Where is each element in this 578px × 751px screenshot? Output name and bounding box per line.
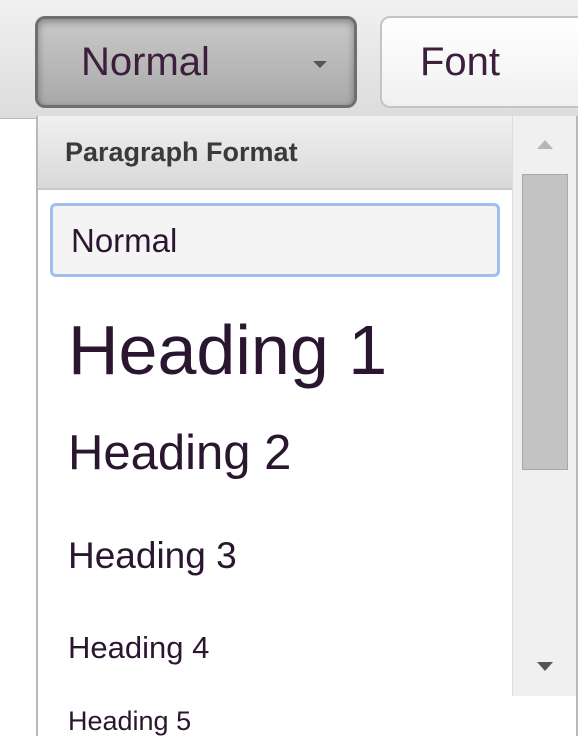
- scroll-up-arrow-icon[interactable]: [513, 116, 577, 172]
- font-combo[interactable]: Font: [380, 16, 578, 108]
- scrollbar-thumb[interactable]: [522, 174, 568, 470]
- scroll-down-arrow-icon[interactable]: [513, 638, 577, 694]
- chevron-down-icon: [313, 61, 327, 68]
- format-option-heading-1[interactable]: Heading 1: [50, 300, 500, 400]
- dropdown-header: Paragraph Format: [38, 116, 512, 190]
- format-option-heading-3[interactable]: Heading 3: [50, 526, 500, 586]
- format-option-normal[interactable]: Normal: [50, 203, 500, 277]
- format-option-heading-2[interactable]: Heading 2: [50, 413, 500, 493]
- paragraph-format-combo-value: Normal: [81, 39, 210, 84]
- paragraph-format-combo[interactable]: Normal: [35, 16, 357, 108]
- font-combo-label: Font: [420, 39, 501, 84]
- format-option-heading-5[interactable]: Heading 5: [50, 691, 500, 751]
- editor-toolbar: Normal Font: [0, 0, 578, 119]
- dropdown-scrollbar[interactable]: [512, 116, 576, 696]
- format-option-heading-4[interactable]: Heading 4: [50, 618, 500, 678]
- paragraph-format-dropdown: Paragraph Format Normal Heading 1 Headin…: [36, 116, 578, 736]
